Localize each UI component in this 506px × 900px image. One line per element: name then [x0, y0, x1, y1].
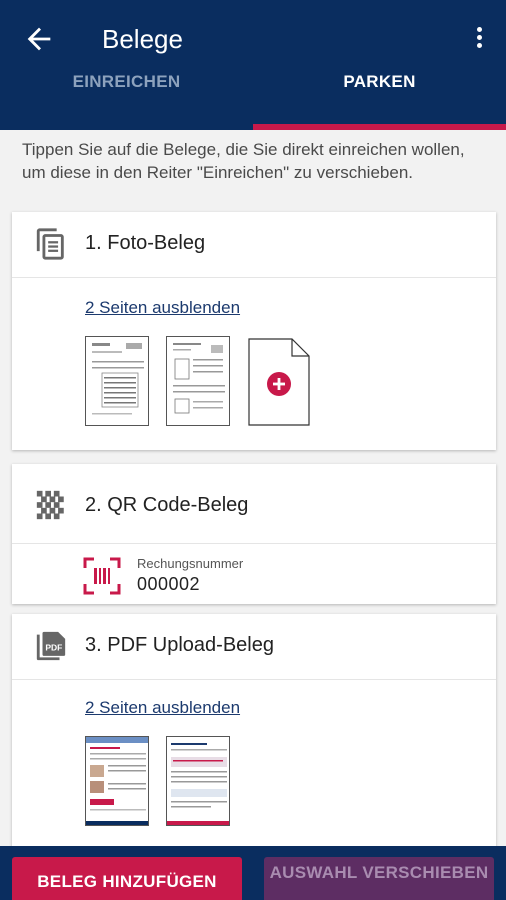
- page-preview-graphic: [92, 343, 144, 415]
- page-preview-graphic: [167, 743, 229, 825]
- page-thumbnail-1[interactable]: [85, 336, 149, 426]
- back-arrow-icon[interactable]: [22, 22, 56, 56]
- page-preview-graphic: [86, 737, 148, 825]
- svg-text:PDF: PDF: [45, 642, 62, 652]
- invoice-number-value: 000002: [137, 574, 201, 594]
- card-title: 2. QR Code-Beleg: [85, 494, 249, 516]
- add-receipt-button[interactable]: BELEG HINZUFÜGEN: [12, 857, 242, 900]
- card-header: 2. QR Code-Beleg: [12, 464, 496, 544]
- receipt-card-pdf[interactable]: PDF 3. PDF Upload-Beleg 2 Seiten ausblen…: [12, 614, 496, 854]
- card-header: 1. Foto-Beleg: [12, 212, 496, 278]
- hint-text: Tippen Sie auf die Belege, die Sie direk…: [22, 140, 465, 182]
- qr-code-icon: [36, 490, 64, 520]
- receipt-card-foto[interactable]: 1. Foto-Beleg 2 Seiten ausblenden: [12, 212, 496, 450]
- active-tab-indicator: [253, 124, 506, 130]
- page-preview-graphic: [173, 343, 225, 414]
- hide-pages-link[interactable]: 2 Seiten ausblenden: [85, 298, 240, 318]
- pdf-page-thumbnail-2[interactable]: [166, 736, 230, 826]
- move-selection-button[interactable]: AUSWAHL VERSCHIEBEN: [264, 857, 494, 900]
- add-page-button[interactable]: [248, 338, 310, 426]
- receipt-card-qr[interactable]: 2. QR Code-Beleg Rechungsnummer 000002: [12, 464, 496, 604]
- card-header: PDF 3. PDF Upload-Beleg: [12, 614, 496, 680]
- card-title: 3. PDF Upload-Beleg: [85, 634, 274, 656]
- invoice-number-label: Rechungsnummer: [137, 556, 244, 571]
- barcode-scan-icon: [83, 557, 121, 595]
- document-icon: [36, 228, 64, 260]
- more-options-icon[interactable]: [472, 24, 486, 56]
- hide-pages-link[interactable]: 2 Seiten ausblenden: [85, 698, 240, 718]
- tab-parken[interactable]: PARKEN: [253, 72, 506, 92]
- card-title: 1. Foto-Beleg: [85, 232, 206, 254]
- page-title: Belege: [102, 24, 183, 54]
- tab-einreichen[interactable]: EINREICHEN: [0, 72, 253, 92]
- pdf-page-thumbnail-1[interactable]: [85, 736, 149, 826]
- page-thumbnail-2[interactable]: [166, 336, 230, 426]
- app-bar: Belege EINREICHEN PARKEN: [0, 0, 506, 130]
- pdf-icon: PDF: [36, 631, 66, 661]
